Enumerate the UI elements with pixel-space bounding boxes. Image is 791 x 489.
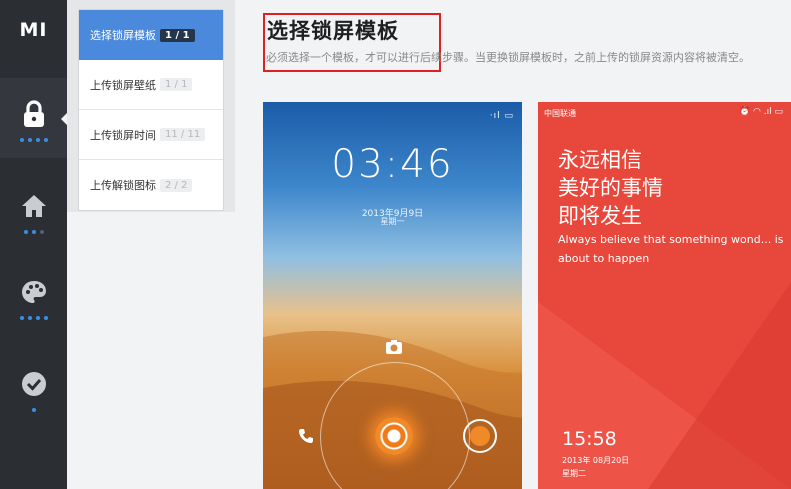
progress-dots [19,138,48,142]
count-badge: 11 / 11 [160,128,206,141]
palette-icon [20,278,48,306]
status-bar-icons: ⋅ıl ▭ [489,111,514,121]
rail-item-home[interactable] [0,170,67,250]
submenu-item-label: 选择锁屏模板 [90,29,156,42]
lockscreen-clock: 15:58 [562,428,617,450]
camera-icon [385,338,403,356]
count-badge: 1 / 1 [160,28,195,42]
quote-line: 即将发生 [558,204,642,228]
phone-icon [297,427,315,445]
logo-text: MI [19,19,48,41]
count-badge: 1 / 1 [160,78,193,91]
unlock-button-icon [375,417,413,455]
carrier-name: 中国联通 [544,109,576,118]
lockscreen-weekday: 星期二 [562,469,586,478]
quote-line: 美好的事情 [558,176,663,200]
lockscreen-clock: 03:46 [331,142,454,187]
template-card-desert[interactable]: ⋅ıl ▭ 03:46 2013年9月9日 星期一 [263,102,522,489]
template-card-quote[interactable]: 中国联通 ⏰ ◠ .ıl ▭ 永远相信 美好的事情 即将发生 Always be… [538,102,791,489]
message-icon [463,419,497,453]
rail-item-lock[interactable] [0,78,68,158]
lockscreen-date: 2013年 08月20日 [562,456,630,465]
rail-item-done[interactable] [0,348,67,428]
quote-english: Always believe that something wond... is… [558,233,784,265]
progress-dots [23,230,44,234]
submenu: 选择锁屏模板 1 / 1 上传锁屏壁纸 1 / 1 上传锁屏时间 11 / 11… [78,9,224,211]
count-badge: 2 / 2 [160,178,193,192]
progress-dots [19,316,48,320]
progress-dots [31,408,36,412]
submenu-item-upload-unlock-icon[interactable]: 上传解锁图标 2 / 2 [79,160,223,210]
submenu-item-label: 上传锁屏壁纸 [90,78,156,92]
submenu-item-select-template[interactable]: 选择锁屏模板 1 / 1 [79,10,223,60]
quote-chinese: 永远相信 美好的事情 即将发生 [558,146,663,230]
submenu-item-label: 上传锁屏时间 [90,128,156,142]
submenu-item-upload-wallpaper[interactable]: 上传锁屏壁纸 1 / 1 [79,60,223,110]
status-bar-icons: ⏰ ◠ .ıl ▭ [738,107,783,117]
left-rail: MI [0,0,68,489]
submenu-item-upload-time[interactable]: 上传锁屏时间 11 / 11 [79,110,223,160]
page-subtitle: 必须选择一个模板，才可以进行后续步骤。当更换锁屏模板时，之前上传的锁屏资源内容将… [266,51,750,64]
rail-item-theme[interactable] [0,256,67,336]
lock-icon [20,100,48,128]
quote-line: 永远相信 [558,148,642,172]
lockscreen-weekday: 星期一 [380,217,405,226]
mi-logo[interactable]: MI [0,0,67,60]
check-circle-icon [20,370,48,398]
submenu-item-label: 上传解锁图标 [90,179,156,192]
home-icon [20,192,48,220]
